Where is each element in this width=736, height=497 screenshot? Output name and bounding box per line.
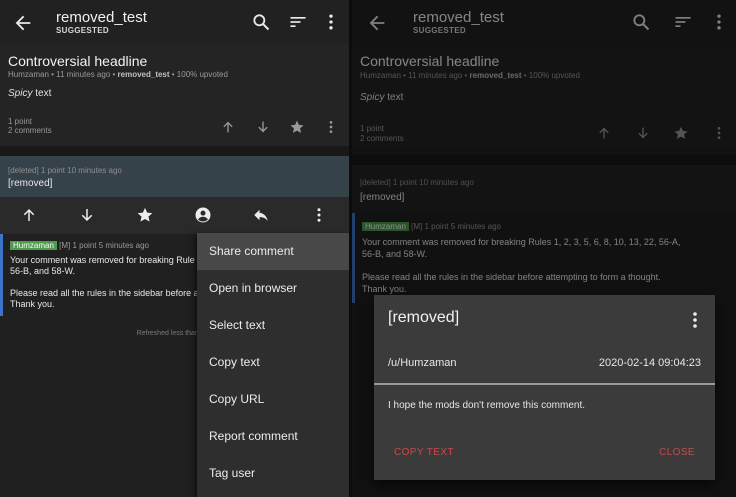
dialog-comment-text: I hope the mods don't remove this commen… <box>388 400 586 411</box>
save-star-icon[interactable] <box>289 119 305 135</box>
dialog-more-icon[interactable] <box>692 311 698 329</box>
upvote-icon[interactable] <box>20 206 38 224</box>
author-flair: Humzaman <box>10 241 57 250</box>
sort-icon[interactable] <box>288 12 308 32</box>
upvote-icon[interactable] <box>220 119 236 135</box>
more-vert-icon[interactable] <box>310 206 328 224</box>
menu-copy-text[interactable]: Copy text <box>197 344 349 381</box>
post-title: Controversial headline <box>8 53 148 69</box>
right-screen: removed_test SUGGESTED Controversial hea… <box>352 0 736 497</box>
comment-action-bar <box>0 197 349 234</box>
menu-select-text[interactable]: Select text <box>197 307 349 344</box>
dialog-divider <box>374 383 715 385</box>
left-screen: removed_test SUGGESTED Controversial hea… <box>0 0 349 497</box>
deleted-comment-selected[interactable]: [deleted] 1 point 10 minutes ago [remove… <box>0 156 349 197</box>
account-circle-icon[interactable] <box>194 206 212 224</box>
menu-copy-url[interactable]: Copy URL <box>197 381 349 418</box>
post-more-icon[interactable] <box>323 119 339 135</box>
downvote-icon[interactable] <box>255 119 271 135</box>
menu-share-comment[interactable]: Share comment <box>197 233 349 270</box>
back-arrow-icon[interactable] <box>12 12 34 34</box>
comment-body: [removed] <box>8 178 53 189</box>
post-points: 1 point <box>8 117 33 126</box>
copy-text-button[interactable]: COPY TEXT <box>394 447 454 458</box>
toolbar-title: removed_test <box>56 9 147 26</box>
post-body: Spicy text <box>8 88 52 99</box>
context-menu: Share comment Open in browser Select tex… <box>197 233 349 497</box>
dialog-username[interactable]: /u/Humzaman <box>388 357 456 369</box>
comment-meta: Humzaman [M] 1 point 5 minutes ago <box>10 241 149 250</box>
menu-tag-user[interactable]: Tag user <box>197 455 349 492</box>
save-star-icon[interactable] <box>136 206 154 224</box>
divider <box>0 146 349 156</box>
comment-dialog: [removed] /u/Humzaman 2020-02-14 09:04:2… <box>374 295 715 480</box>
reply-icon[interactable] <box>252 206 270 224</box>
comment-meta: [deleted] 1 point 10 minutes ago <box>8 166 122 175</box>
downvote-icon[interactable] <box>78 206 96 224</box>
menu-open-in-browser[interactable]: Open in browser <box>197 270 349 307</box>
toolbar-subtitle: SUGGESTED <box>56 26 109 35</box>
menu-report-comment[interactable]: Report comment <box>197 418 349 455</box>
post-comment-count: 2 comments <box>8 126 52 135</box>
close-button[interactable]: CLOSE <box>659 447 695 458</box>
more-vert-icon[interactable] <box>321 12 341 32</box>
app-toolbar: removed_test SUGGESTED <box>0 0 349 45</box>
comment-thread-bar <box>0 234 3 316</box>
post-meta: Humzaman • 11 minutes ago • removed_test… <box>8 70 228 79</box>
search-icon[interactable] <box>251 12 271 32</box>
dialog-timestamp: 2020-02-14 09:04:23 <box>598 357 701 369</box>
post-card[interactable]: Controversial headline Humzaman • 11 min… <box>0 45 349 146</box>
dialog-title: [removed] <box>388 309 460 326</box>
